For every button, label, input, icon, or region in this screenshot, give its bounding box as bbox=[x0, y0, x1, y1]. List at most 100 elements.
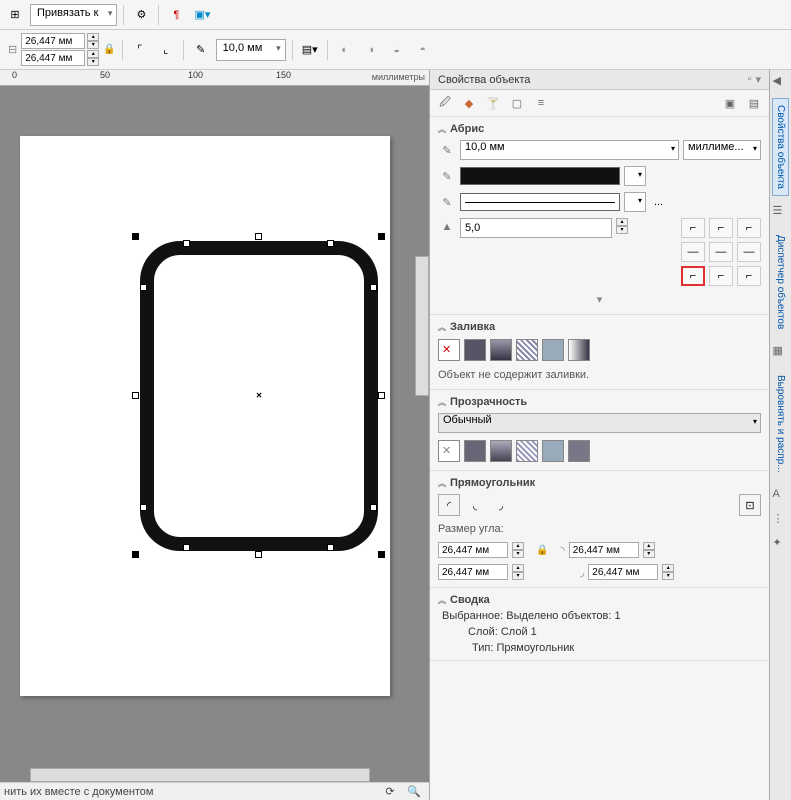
trans-pattern[interactable] bbox=[516, 440, 538, 462]
spin-down[interactable]: ▾ bbox=[87, 58, 99, 66]
selection-handle-tr[interactable] bbox=[378, 233, 385, 240]
join-bevel[interactable]: ⌐ bbox=[737, 266, 761, 286]
corner-bl-input[interactable] bbox=[438, 564, 508, 580]
pathfind-icon[interactable]: ◐ bbox=[334, 39, 356, 61]
color-dropdown[interactable] bbox=[624, 166, 646, 186]
corner-handle[interactable] bbox=[140, 504, 147, 511]
snap-icon[interactable]: ⊞ bbox=[4, 4, 26, 26]
lock-icon[interactable]: 🔒 bbox=[536, 545, 548, 556]
trans-texture[interactable] bbox=[542, 440, 564, 462]
align-icon[interactable]: ▦ bbox=[773, 344, 789, 360]
cap-round[interactable]: — bbox=[709, 242, 733, 262]
selection-handle-bl[interactable] bbox=[132, 551, 139, 558]
corner-handle[interactable] bbox=[370, 284, 377, 291]
vertical-scrollbar[interactable] bbox=[415, 256, 429, 396]
outline-width-select[interactable]: 10,0 мм bbox=[460, 140, 679, 160]
corner-tl-input[interactable] bbox=[438, 542, 508, 558]
shape-tab-icon[interactable]: ▢ bbox=[508, 94, 526, 112]
style-dropdown[interactable] bbox=[624, 192, 646, 212]
canvas-background[interactable]: × bbox=[0, 86, 429, 800]
spin-up[interactable]: ▴ bbox=[87, 50, 99, 58]
join-miter[interactable]: ⌐ bbox=[681, 266, 705, 286]
selection-handle-t[interactable] bbox=[255, 233, 262, 240]
fill-gradient[interactable] bbox=[490, 339, 512, 361]
spin-up[interactable]: ▴ bbox=[512, 542, 524, 550]
corner-chamfer-icon[interactable]: ◞ bbox=[490, 494, 512, 516]
section-header-transparency[interactable]: ︽ Прозрачность bbox=[438, 394, 761, 410]
height-input[interactable] bbox=[21, 50, 85, 66]
selection-handle-br[interactable] bbox=[378, 551, 385, 558]
corner-handle[interactable] bbox=[327, 544, 334, 551]
trans-gradient[interactable] bbox=[490, 440, 512, 462]
hints-icon[interactable]: ⋮ bbox=[773, 512, 789, 528]
corner-top-left-icon[interactable]: ⌜ bbox=[129, 39, 151, 61]
outline-color-swatch[interactable] bbox=[460, 167, 620, 185]
transparency-tab-icon[interactable]: 🍸 bbox=[484, 94, 502, 112]
width-input[interactable] bbox=[21, 33, 85, 49]
pathfind-icon-2[interactable]: ◑ bbox=[360, 39, 382, 61]
corner-br-input[interactable] bbox=[588, 564, 658, 580]
trans-none[interactable]: ✕ bbox=[438, 440, 460, 462]
options-icon[interactable]: ⚙ bbox=[130, 4, 152, 26]
wrap-icon[interactable]: ▤▾ bbox=[299, 39, 321, 61]
selection-handle-l[interactable] bbox=[132, 392, 139, 399]
dock-icon[interactable]: ▣ bbox=[721, 94, 739, 112]
outline-units-select[interactable]: миллиме... bbox=[683, 140, 761, 160]
corner-tr-input[interactable] bbox=[569, 542, 639, 558]
snap-dropdown[interactable]: Привязать к bbox=[30, 4, 117, 26]
selection-handle-tl[interactable] bbox=[132, 233, 139, 240]
spin-up[interactable]: ▴ bbox=[616, 218, 628, 226]
corner-round[interactable]: ⌐ bbox=[709, 218, 733, 238]
line-style-swatch[interactable] bbox=[460, 193, 620, 211]
corner-miter[interactable]: ⌐ bbox=[681, 218, 705, 238]
relative-corner-icon[interactable]: ⊡ bbox=[739, 494, 761, 516]
trans-uniform[interactable] bbox=[464, 440, 486, 462]
cap-square[interactable]: — bbox=[737, 242, 761, 262]
pathfind-icon-3[interactable]: ◒ bbox=[386, 39, 408, 61]
tab-align-distribute[interactable]: Выровнять и распр... bbox=[772, 368, 789, 480]
lock-icon[interactable]: 🔒 bbox=[103, 44, 115, 55]
panel-close-icon[interactable]: ▾ bbox=[755, 73, 761, 86]
spin-up[interactable]: ▴ bbox=[643, 542, 655, 550]
outline-tab-icon[interactable]: ◆ bbox=[460, 94, 478, 112]
corner-handle[interactable] bbox=[183, 544, 190, 551]
selection-handle-b[interactable] bbox=[255, 551, 262, 558]
text-icon[interactable]: A bbox=[773, 488, 789, 504]
section-header-fill[interactable]: ︽ Заливка bbox=[438, 319, 761, 335]
color-icon[interactable]: ✦ bbox=[773, 536, 789, 552]
miter-input[interactable] bbox=[460, 218, 612, 238]
refresh-icon[interactable]: ⟳ bbox=[379, 781, 401, 800]
trans-bitmap[interactable] bbox=[568, 440, 590, 462]
corner-bottom-icon[interactable]: ⌞ bbox=[155, 39, 177, 61]
fill-pattern[interactable] bbox=[516, 339, 538, 361]
spin-down[interactable]: ▾ bbox=[87, 41, 99, 49]
pen-icon[interactable]: ✎ bbox=[190, 39, 212, 61]
section-header-summary[interactable]: ︽ Сводка bbox=[438, 592, 761, 608]
fill-postscript[interactable] bbox=[568, 339, 590, 361]
corner-handle[interactable] bbox=[140, 284, 147, 291]
more-ellipsis[interactable]: ... bbox=[650, 196, 667, 208]
expand-icon[interactable]: ◀ bbox=[773, 74, 789, 90]
spin-up[interactable]: ▴ bbox=[87, 33, 99, 41]
more-icon[interactable]: ▤ bbox=[745, 94, 763, 112]
fill-texture[interactable] bbox=[542, 339, 564, 361]
cap-flat[interactable]: — bbox=[681, 242, 705, 262]
corner-scallop-icon[interactable]: ◟ bbox=[464, 494, 486, 516]
line-width-dropdown[interactable]: 10,0 мм bbox=[216, 39, 286, 61]
spin-up[interactable]: ▴ bbox=[662, 564, 674, 572]
spin-down[interactable]: ▾ bbox=[512, 550, 524, 558]
pathfind-icon-4[interactable]: ◓ bbox=[412, 39, 434, 61]
transparency-mode-select[interactable]: Обычный bbox=[438, 413, 761, 433]
launch-icon[interactable]: ▣▾ bbox=[191, 4, 213, 26]
text-icon[interactable]: ¶ bbox=[165, 4, 187, 26]
section-header-outline[interactable]: ︽ Абрис bbox=[438, 121, 761, 137]
zoom-icon[interactable]: 🔍 bbox=[403, 781, 425, 800]
fill-solid[interactable] bbox=[464, 339, 486, 361]
tab-object-manager[interactable]: Диспетчер объектов bbox=[772, 228, 789, 336]
corner-handle[interactable] bbox=[370, 504, 377, 511]
corner-handle[interactable] bbox=[327, 240, 334, 247]
spin-down[interactable]: ▾ bbox=[512, 572, 524, 580]
spin-down[interactable]: ▾ bbox=[616, 226, 628, 234]
summary-tab-icon[interactable]: ≡ bbox=[532, 94, 550, 112]
corner-handle[interactable] bbox=[183, 240, 190, 247]
